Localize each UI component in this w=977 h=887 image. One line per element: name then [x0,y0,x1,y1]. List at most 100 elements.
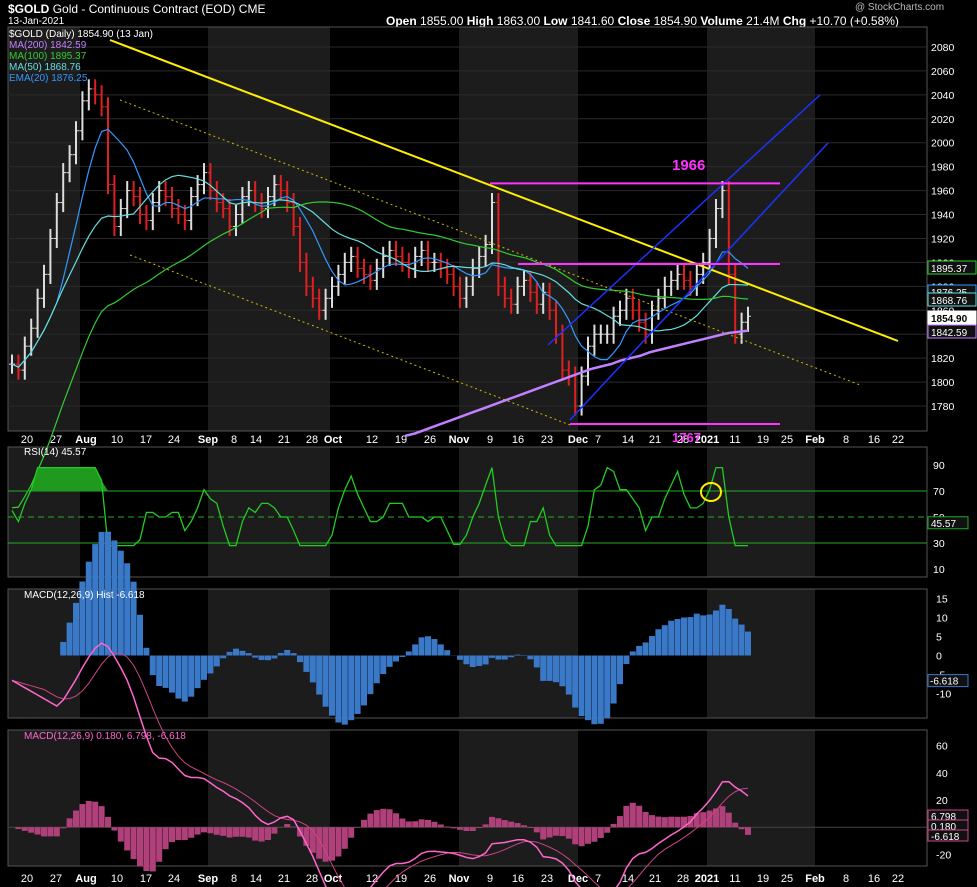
macd-diff-bar [137,827,143,867]
macd-diff-bar [220,827,227,836]
macd-diff-bar [713,808,719,828]
macd-diff-bar [181,827,188,840]
macd-hist-bar [201,655,207,680]
macd-hist-bar [725,608,732,656]
macd-diff-bar [501,820,508,828]
macd-hist-bar [649,636,655,656]
macd-diff-bar [284,824,291,828]
x-tick-label: 25 [781,873,793,885]
macd-diff-bar [405,821,412,828]
value-tag-label: 1842.59 [931,328,968,339]
legend-entry: MA(200) 1842.59 [9,40,87,51]
x-tick-label: 10 [111,434,123,446]
macd-hist-tick-label: 10 [936,613,948,625]
macd-hist-bar [233,648,239,656]
month-shade [459,730,578,866]
macd-hist-bar [265,655,271,661]
macd-hist-bar [623,655,630,665]
macd-hist-bar [399,655,406,657]
macd-diff-bar [252,827,259,841]
macd-diff-bar [617,816,623,828]
x-tick-label: 14 [250,873,262,885]
macd-diff-bar [674,816,681,828]
y-tick-label: 1960 [931,186,955,198]
rsi-tick-label: 70 [933,486,945,498]
x-tick-label: 16 [868,873,880,885]
macd-diff-bar [41,827,47,837]
macd-hist-bar [546,655,553,681]
macd-hist-bar [271,655,278,659]
macd-diff-bar [265,827,271,840]
x-tick-label: 17 [140,873,152,885]
macd-hist-bar [386,655,393,667]
x-tick-label: 9 [487,873,493,885]
macd-hist-bar [117,550,124,656]
x-tick-label: 12 [366,873,378,885]
macd-hist-bar [252,655,259,658]
macd-line [11,642,749,887]
month-shade [208,589,330,718]
macd-diff-bar [668,816,675,828]
macd-diff-bar [553,827,559,836]
macd-hist-bar [604,655,611,719]
macd-hist-bar [373,655,380,684]
macd-hist-bar [207,655,214,674]
macd-hist-bar [700,615,707,656]
x-tick-label: 23 [541,873,553,885]
y-tick-label: 1800 [931,377,955,389]
x-tick-label: 26 [424,873,436,885]
macd-hist-legend: MACD(12,26,9) Hist -6.618 [24,590,145,601]
macd-hist-bar [674,619,681,656]
macd-diff-bar [412,821,419,828]
macd-hist-bar [719,604,726,656]
macd-hist-bar [693,613,700,656]
rsi-line [11,466,748,547]
macd-hist-bar [393,655,399,662]
x-tick-label: Feb [805,873,825,885]
macd-hist-bar [303,655,310,672]
macd-signal-line [11,652,749,887]
macd-diff-bar [258,827,265,842]
macd-diff-bar [585,827,591,844]
macd-hist-bar [706,614,713,656]
x-tick-label: 14 [622,434,634,446]
macd-diff-bar [130,827,137,860]
macd-hist-bar [181,655,188,702]
macd-hist-bar [463,655,470,665]
macd-diff-bar [476,827,483,829]
macd-diff-bar [290,826,297,828]
macd-hist-bar [258,655,265,660]
y-tick-label: 1820 [931,353,955,365]
macd-diff-bar [444,826,451,828]
macd-diff-bar [373,810,380,828]
macd-diff-bar [105,816,111,828]
macd-hist-bar [245,653,252,656]
macd-diff-bar [66,818,73,828]
y-tick-label: 2020 [931,114,955,126]
rsi-tick-label: 90 [933,460,945,472]
macd-diff-bar [431,821,438,828]
macd-hist-bar [156,655,163,687]
macd-value-tag-label: -6.618 [931,832,960,843]
macd-diff-bar [572,827,579,845]
macd-diff-bar [591,827,598,842]
macd-hist-bar [540,655,547,681]
macd-hist-bar [188,655,195,697]
x-tick-label: 19 [757,873,769,885]
macd-hist-bar [354,655,361,714]
macd-tick-label: 20 [936,795,948,807]
macd-diff-bar [213,827,220,835]
macd-diff-bar [463,827,470,831]
macd-diff-bar [559,827,566,837]
x-tick-label: 8 [843,434,849,446]
macd-hist-bar [124,563,131,656]
legend-entry: MA(100) 1895.37 [9,51,87,62]
month-shade [208,447,330,577]
macd-hist-bar [60,641,67,656]
rsi-tick-label: 30 [933,538,945,550]
x-tick-label: 14 [250,434,262,446]
macd-diff-bar [60,827,67,829]
macd-hist-bar [585,655,591,721]
macd-hist-bar [425,636,431,656]
macd-hist-bar [501,655,508,660]
